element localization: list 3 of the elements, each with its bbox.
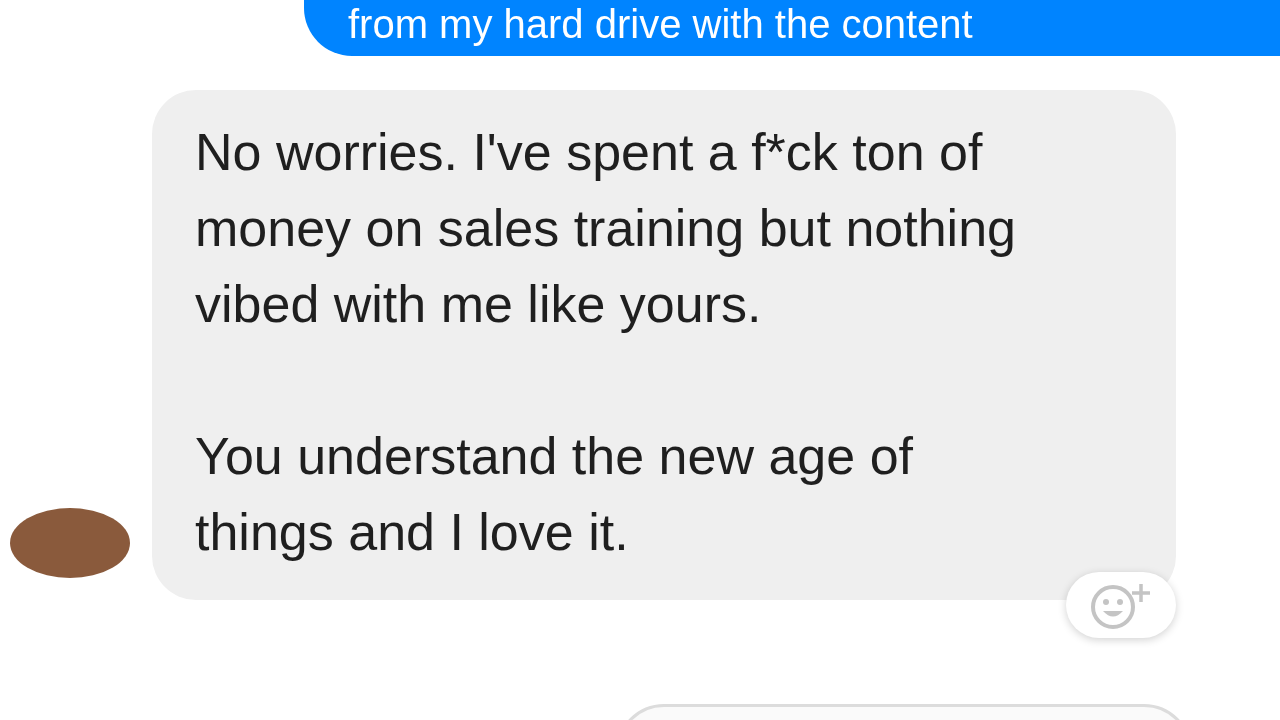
incoming-message-bubble: No worries. I've spent a f*ck ton of money on sales training but nothing vibed with me like yours. You understand the new age of things and I love it.	[152, 90, 1176, 600]
add-reaction-button[interactable]	[1066, 572, 1176, 638]
outgoing-message-bubble: from my hard drive with the content	[304, 0, 1280, 56]
